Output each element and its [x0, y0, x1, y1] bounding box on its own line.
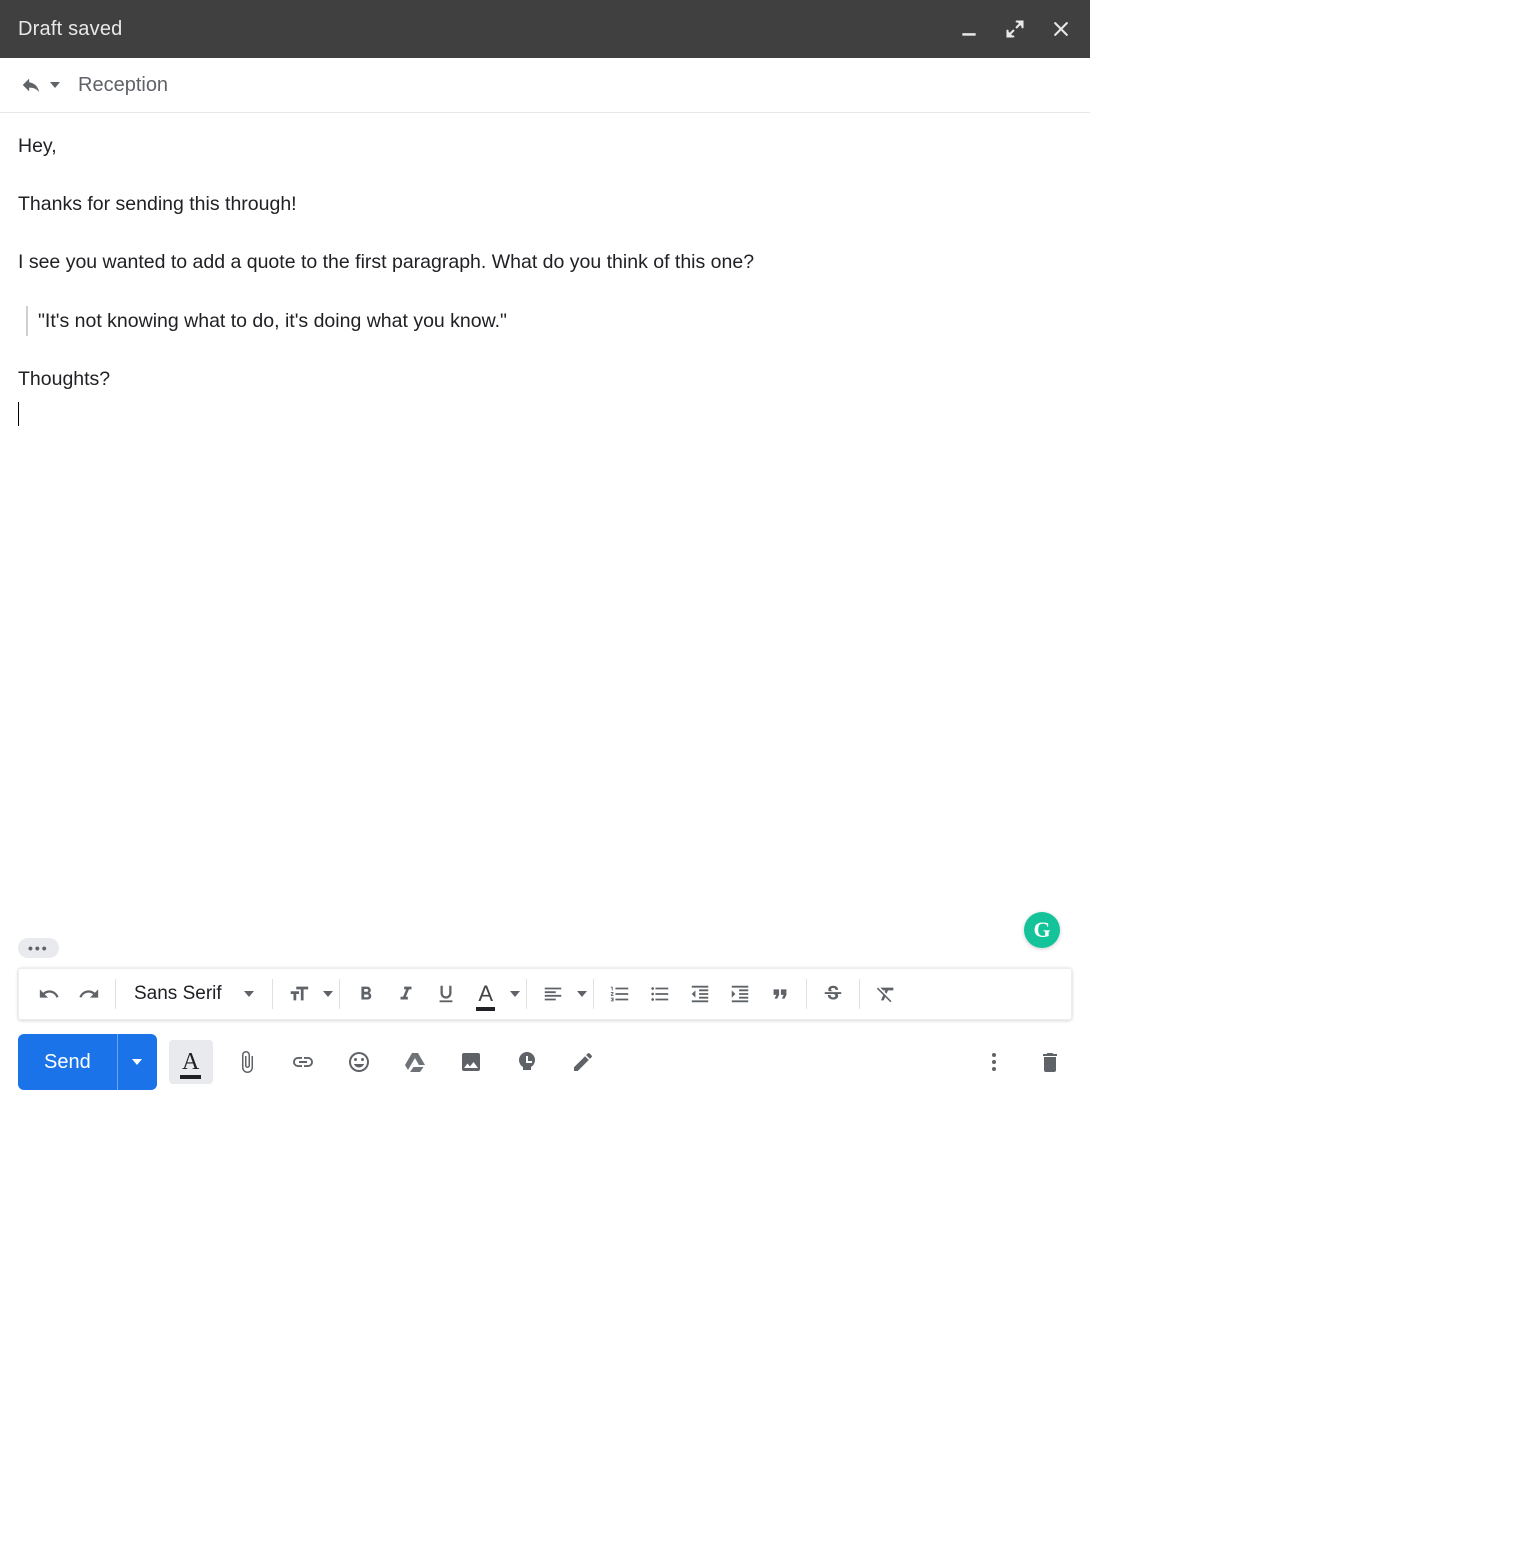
- blockquote: "It's not knowing what to do, it's doing…: [26, 306, 1072, 336]
- chevron-down-icon: [244, 991, 254, 997]
- indent-more-icon: [729, 983, 751, 1005]
- send-button-group: Send: [18, 1034, 157, 1090]
- chevron-down-icon: [323, 991, 333, 997]
- text-format-icon: A: [182, 1049, 199, 1076]
- redo-button[interactable]: [69, 974, 109, 1014]
- formatting-toolbar-container: Sans Serif A: [0, 968, 1090, 1020]
- window-title: Draft saved: [18, 18, 958, 41]
- close-button[interactable]: [1050, 18, 1072, 40]
- pop-in-button[interactable]: [1004, 18, 1026, 40]
- reply-type-dropdown[interactable]: [18, 74, 60, 96]
- paperclip-icon: [235, 1050, 259, 1074]
- insert-emoji-button[interactable]: [337, 1040, 381, 1084]
- indent-less-icon: [689, 983, 711, 1005]
- text-color-icon: A: [478, 981, 493, 1007]
- chevron-down-icon: [510, 991, 520, 997]
- grammarly-icon: G: [1033, 913, 1050, 947]
- close-icon: [1051, 19, 1071, 39]
- indent-more-button[interactable]: [720, 974, 760, 1014]
- toolbar-divider: [806, 979, 807, 1009]
- numbered-list-icon: [609, 983, 631, 1005]
- indent-less-button[interactable]: [680, 974, 720, 1014]
- chevron-down-icon: [577, 991, 587, 997]
- insert-photo-button[interactable]: [449, 1040, 493, 1084]
- send-options-dropdown[interactable]: [117, 1034, 157, 1090]
- bulleted-list-icon: [649, 983, 671, 1005]
- more-options-button[interactable]: [972, 1040, 1016, 1084]
- bold-button[interactable]: [346, 974, 386, 1014]
- remove-formatting-icon: [875, 983, 897, 1005]
- toolbar-divider: [859, 979, 860, 1009]
- emoji-icon: [347, 1050, 371, 1074]
- font-size-icon: [288, 983, 310, 1005]
- text-cursor: [18, 402, 19, 426]
- redo-icon: [78, 983, 100, 1005]
- message-body[interactable]: Hey, Thanks for sending this through! I …: [0, 113, 1090, 968]
- undo-icon: [38, 983, 60, 1005]
- undo-button[interactable]: [29, 974, 69, 1014]
- font-family-dropdown[interactable]: Sans Serif: [122, 983, 266, 1005]
- remove-formatting-button[interactable]: [866, 974, 906, 1014]
- more-vertical-icon: [982, 1050, 1006, 1074]
- send-label: Send: [44, 1051, 91, 1074]
- lock-clock-icon: [515, 1050, 539, 1074]
- body-line: I see you wanted to add a quote to the f…: [18, 247, 1072, 277]
- chevron-down-icon: [132, 1059, 142, 1065]
- pen-icon: [571, 1050, 595, 1074]
- underline-icon: [435, 983, 457, 1005]
- body-line: Hey,: [18, 131, 1072, 161]
- insert-signature-button[interactable]: [561, 1040, 605, 1084]
- insert-link-button[interactable]: [281, 1040, 325, 1084]
- toolbar-divider: [115, 979, 116, 1009]
- italic-button[interactable]: [386, 974, 426, 1014]
- toolbar-divider: [526, 979, 527, 1009]
- send-button[interactable]: Send: [18, 1034, 117, 1090]
- pop-in-icon: [1005, 19, 1025, 39]
- quote-text: "It's not knowing what to do, it's doing…: [38, 310, 507, 332]
- action-row: Send A: [0, 1020, 1090, 1104]
- toolbar-divider: [339, 979, 340, 1009]
- bold-icon: [355, 983, 377, 1005]
- toolbar-divider: [593, 979, 594, 1009]
- body-line: Thoughts?: [18, 364, 1072, 394]
- trash-icon: [1038, 1050, 1062, 1074]
- minimize-button[interactable]: [958, 18, 980, 40]
- align-dropdown[interactable]: [533, 974, 587, 1014]
- toolbar-divider: [272, 979, 273, 1009]
- reply-icon: [18, 74, 44, 96]
- insert-drive-button[interactable]: [393, 1040, 437, 1084]
- drive-icon: [403, 1050, 427, 1074]
- underline-button[interactable]: [426, 974, 466, 1014]
- italic-icon: [395, 983, 417, 1005]
- window-controls: [958, 18, 1072, 40]
- bulleted-list-button[interactable]: [640, 974, 680, 1014]
- show-trimmed-content-button[interactable]: •••: [18, 938, 59, 958]
- ellipsis-icon: •••: [28, 945, 49, 952]
- compose-window: Draft saved Reception Hey, Thanks for se…: [0, 0, 1090, 1104]
- chevron-down-icon: [50, 82, 60, 88]
- subject-field[interactable]: Reception: [78, 74, 168, 97]
- link-icon: [291, 1050, 315, 1074]
- image-icon: [459, 1050, 483, 1074]
- body-line: Thanks for sending this through!: [18, 189, 1072, 219]
- discard-draft-button[interactable]: [1028, 1040, 1072, 1084]
- quote-button[interactable]: [760, 974, 800, 1014]
- formatting-options-button[interactable]: A: [169, 1040, 213, 1084]
- confidential-mode-button[interactable]: [505, 1040, 549, 1084]
- minimize-icon: [959, 19, 979, 39]
- grammarly-badge[interactable]: G: [1024, 912, 1060, 948]
- quote-icon: [769, 983, 791, 1005]
- strikethrough-button[interactable]: [813, 974, 853, 1014]
- subject-row: Reception: [0, 58, 1090, 113]
- align-left-icon: [542, 983, 564, 1005]
- formatting-toolbar: Sans Serif A: [18, 968, 1072, 1020]
- numbered-list-button[interactable]: [600, 974, 640, 1014]
- attach-file-button[interactable]: [225, 1040, 269, 1084]
- window-titlebar: Draft saved: [0, 0, 1090, 58]
- strikethrough-icon: [822, 983, 844, 1005]
- font-size-dropdown[interactable]: [279, 974, 333, 1014]
- text-color-dropdown[interactable]: A: [466, 974, 520, 1014]
- font-family-label: Sans Serif: [134, 983, 222, 1005]
